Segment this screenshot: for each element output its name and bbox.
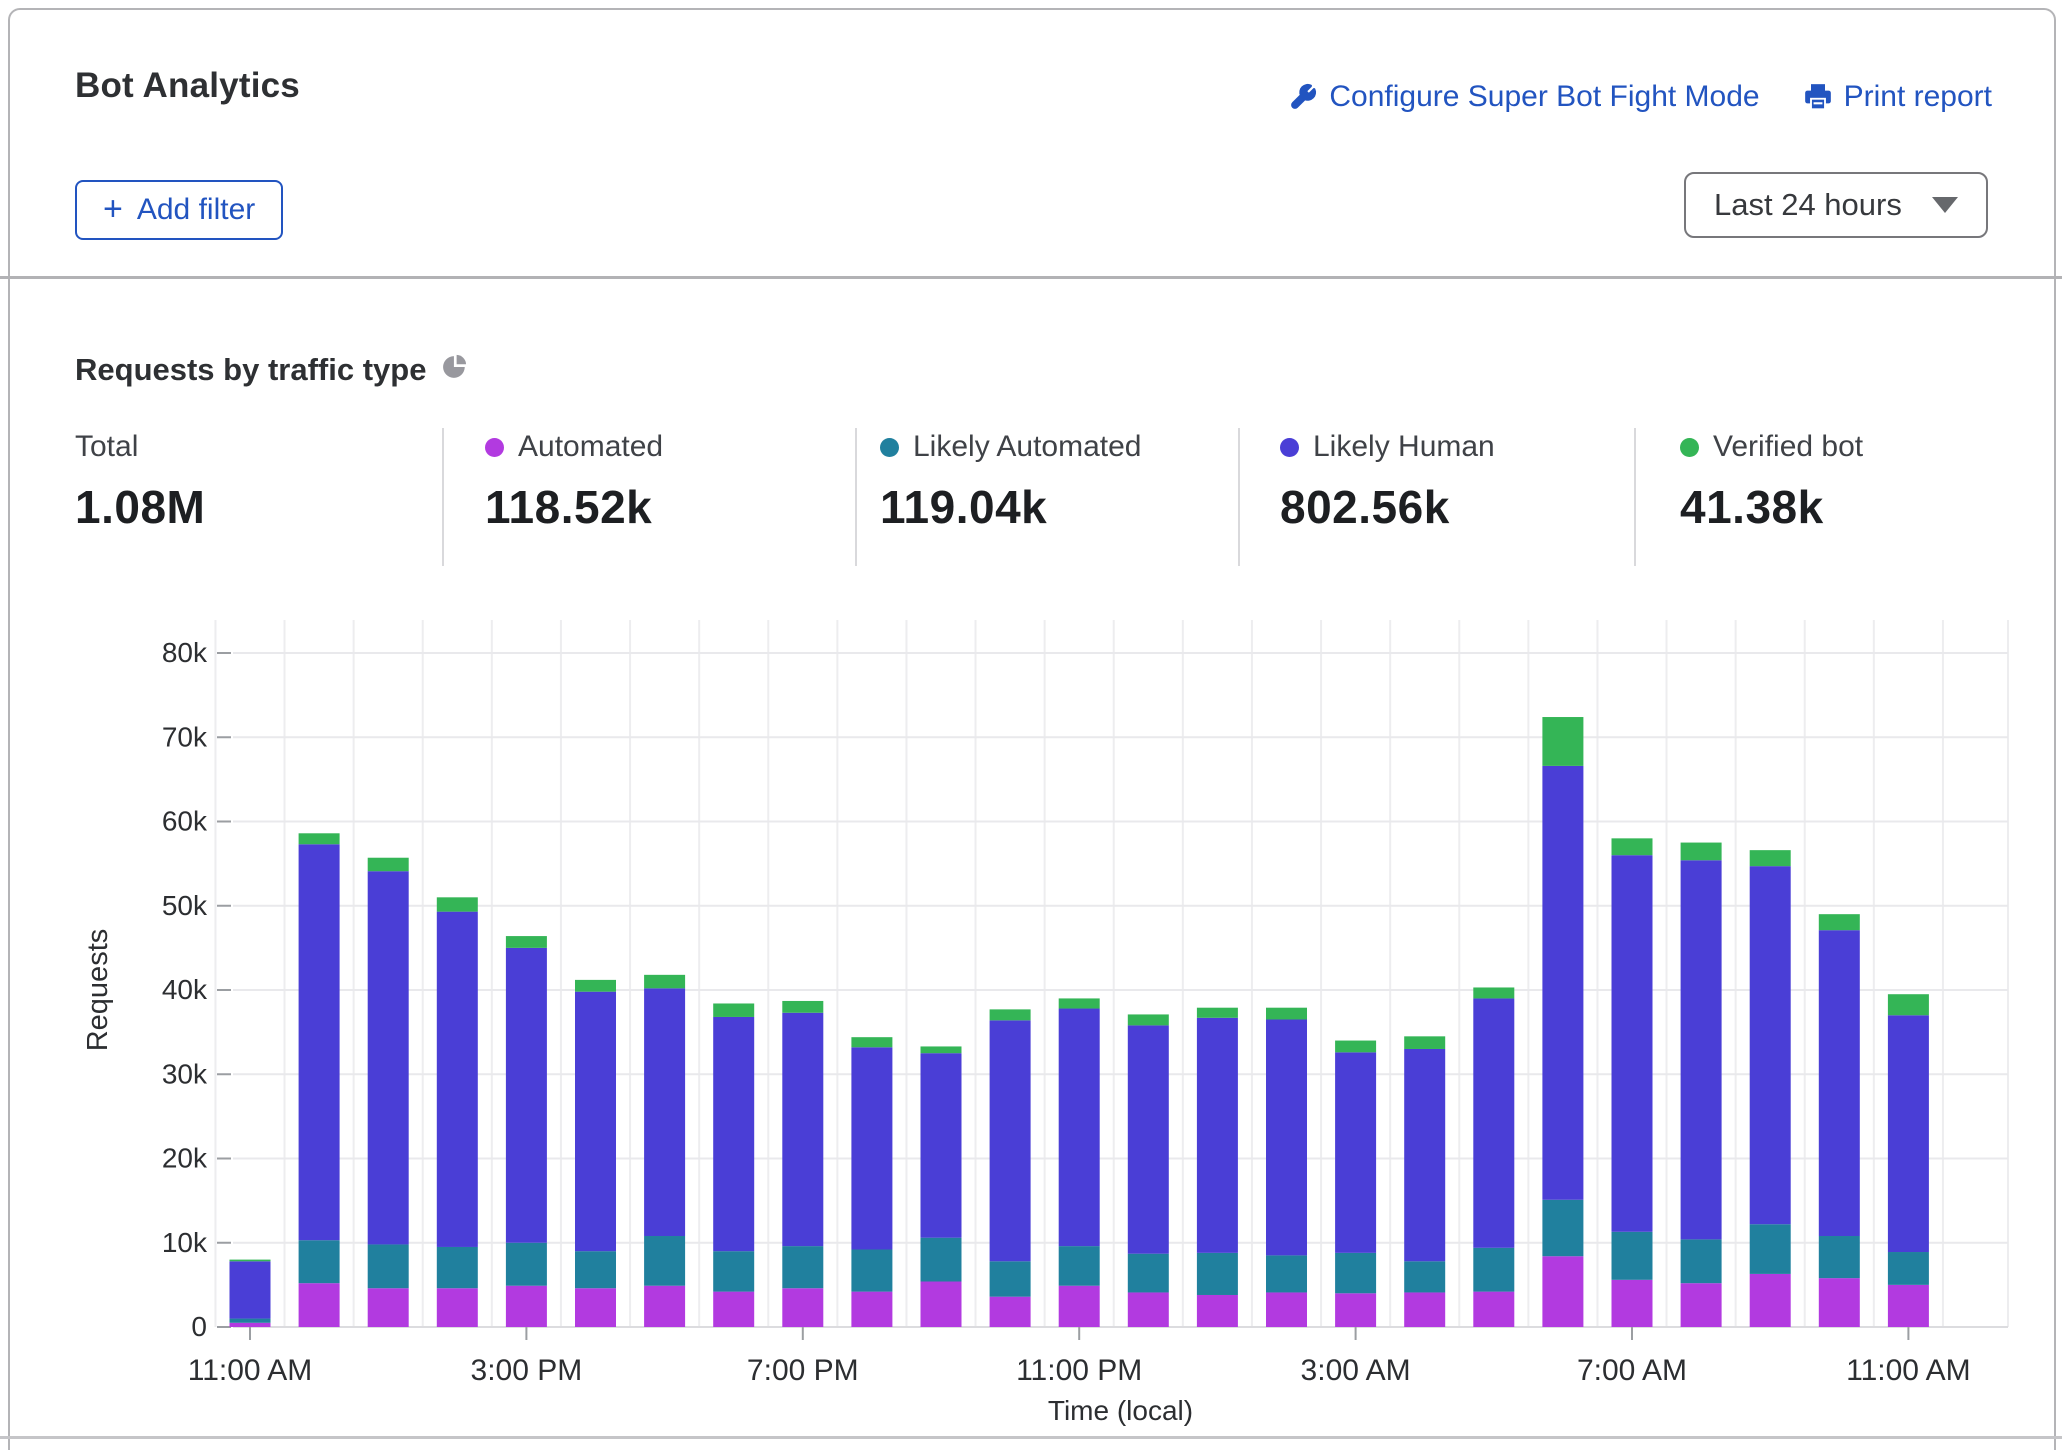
stat-likely-automated-label: Likely Automated bbox=[913, 430, 1141, 464]
configure-link-label: Configure Super Bot Fight Mode bbox=[1329, 80, 1759, 114]
stat-likely-automated: Likely Automated 119.04k bbox=[880, 430, 1141, 534]
section-title-text: Requests by traffic type bbox=[75, 352, 426, 388]
stat-divider bbox=[442, 428, 444, 566]
print-report-link[interactable]: Print report bbox=[1804, 80, 1992, 114]
likely-automated-legend-dot bbox=[880, 438, 899, 457]
time-range-value: Last 24 hours bbox=[1714, 187, 1902, 223]
plus-icon: + bbox=[103, 192, 123, 226]
pie-chart-icon bbox=[442, 352, 468, 388]
bot-analytics-page: Bot Analytics Configure Super Bot Fight … bbox=[0, 0, 2062, 1450]
add-filter-label: Add filter bbox=[137, 193, 255, 227]
stat-divider bbox=[1238, 428, 1240, 566]
stat-likely-human-value: 802.56k bbox=[1280, 480, 1495, 534]
stat-total: Total 1.08M bbox=[75, 430, 205, 534]
page-title: Bot Analytics bbox=[75, 66, 300, 106]
header-actions: Configure Super Bot Fight Mode Print rep… bbox=[1289, 80, 1992, 114]
chevron-down-icon bbox=[1932, 197, 1958, 213]
automated-legend-dot bbox=[485, 438, 504, 457]
stat-automated: Automated 118.52k bbox=[485, 430, 663, 534]
stat-total-label: Total bbox=[75, 430, 138, 464]
printer-icon bbox=[1804, 83, 1832, 111]
stat-verified-bot-value: 41.38k bbox=[1680, 480, 1863, 534]
stat-automated-label: Automated bbox=[518, 430, 663, 464]
stat-automated-value: 118.52k bbox=[485, 480, 663, 534]
stat-verified-bot-label: Verified bot bbox=[1713, 430, 1863, 464]
wrench-icon bbox=[1289, 83, 1317, 111]
verified-bot-legend-dot bbox=[1680, 438, 1699, 457]
likely-human-legend-dot bbox=[1280, 438, 1299, 457]
configure-super-bot-fight-mode-link[interactable]: Configure Super Bot Fight Mode bbox=[1289, 80, 1759, 114]
stat-likely-automated-value: 119.04k bbox=[880, 480, 1141, 534]
stat-verified-bot: Verified bot 41.38k bbox=[1680, 430, 1863, 534]
stat-total-value: 1.08M bbox=[75, 480, 205, 534]
stat-likely-human-label: Likely Human bbox=[1313, 430, 1495, 464]
print-link-label: Print report bbox=[1844, 80, 1992, 114]
section-title: Requests by traffic type bbox=[75, 352, 468, 388]
bottom-divider bbox=[0, 1436, 2062, 1439]
stat-divider bbox=[1634, 428, 1636, 566]
header-divider bbox=[0, 276, 2062, 279]
add-filter-button[interactable]: + Add filter bbox=[75, 180, 283, 240]
stat-likely-human: Likely Human 802.56k bbox=[1280, 430, 1495, 534]
time-range-dropdown[interactable]: Last 24 hours bbox=[1684, 172, 1988, 238]
stat-divider bbox=[855, 428, 857, 566]
